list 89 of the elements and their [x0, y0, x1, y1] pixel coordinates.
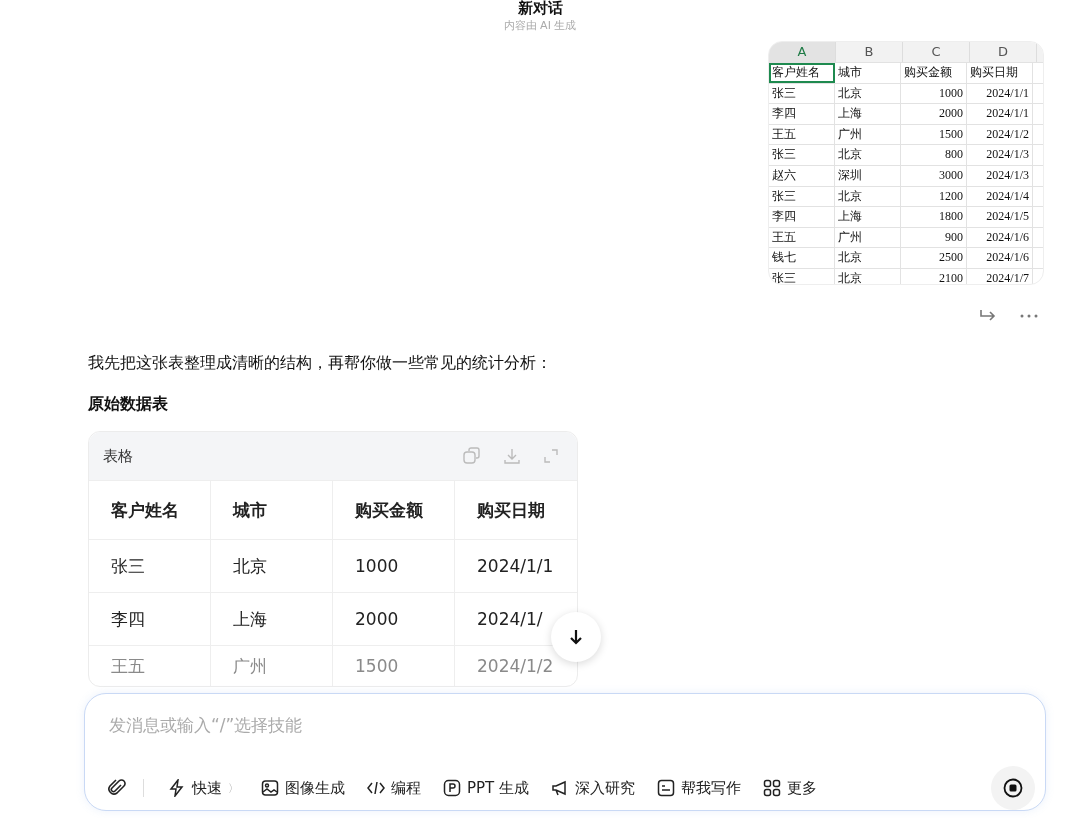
sheet-cell: 2024/1/7 — [967, 268, 1033, 284]
sheet-cell: 2500 — [901, 248, 967, 268]
sheet-cell: 购买金额 — [901, 63, 967, 83]
sheet-cell: 广州 — [835, 124, 901, 145]
table-title: 表格 — [103, 446, 133, 466]
skill-button[interactable]: 更多 — [755, 778, 826, 798]
sheet-cell: 购买日期 — [967, 63, 1033, 83]
ai-disclaimer: 内容由 AI 生成 — [503, 18, 577, 33]
sheet-cell: 1800 — [901, 207, 967, 227]
sheet-cell: 张三 — [769, 268, 835, 284]
sheet-cell: 广州 — [835, 227, 901, 248]
table-cell: 2024/1/1 — [477, 556, 554, 576]
column-letter: C — [903, 42, 970, 62]
sheet-cell: 李四 — [769, 104, 835, 124]
sheet-cell: 上海 — [835, 207, 901, 227]
sheet-cell: 2024/1/3 — [967, 145, 1033, 165]
sheet-cell: 北京 — [835, 248, 901, 268]
sheet-cell: 深圳 — [835, 165, 901, 186]
sheet-cell: 张三 — [769, 145, 835, 165]
sheet-cell: 张三 — [769, 83, 835, 104]
spreadsheet-screenshot[interactable] — [768, 41, 1044, 285]
table-cell: 北京 — [233, 554, 267, 578]
grid-icon — [763, 779, 782, 797]
more-icon[interactable] — [1020, 314, 1038, 318]
sheet-cell: 北京 — [835, 83, 901, 104]
sheet-cell: 2100 — [901, 268, 967, 284]
document-icon — [657, 779, 676, 797]
sheet-cell: 2024/1/1 — [967, 104, 1033, 124]
lightning-icon — [168, 779, 186, 797]
stop-button[interactable] — [991, 766, 1035, 810]
sheet-cell: 3000 — [901, 165, 967, 186]
skill-button[interactable]: 图像生成 — [253, 778, 353, 798]
sheet-cell: 李四 — [769, 207, 835, 227]
column-letter: A — [769, 42, 836, 62]
table-cell: 张三 — [111, 554, 145, 578]
arrow-down-icon — [568, 628, 584, 646]
sheet-cell: 赵六 — [769, 165, 835, 186]
scroll-down-button[interactable] — [551, 612, 601, 662]
image-icon — [261, 779, 279, 797]
sheet-cell: 张三 — [769, 186, 835, 207]
sheet-cell: 2000 — [901, 104, 967, 124]
paperclip-icon[interactable] — [107, 778, 127, 798]
table-cell: 王五 — [111, 654, 145, 678]
sheet-cell: 客户姓名 — [769, 63, 835, 83]
sheet-cell: 北京 — [835, 186, 901, 207]
sheet-cell: 钱七 — [769, 248, 835, 268]
stop-icon — [1003, 778, 1023, 798]
skill-button[interactable]: 快速 〉 — [160, 778, 247, 798]
table-cell: 1000 — [355, 556, 399, 576]
reply-text: 我先把这张表整理成清晰的结构，再帮你做一些常见的统计分析： — [88, 353, 553, 374]
sheet-cell: 2024/1/3 — [967, 165, 1033, 186]
sheet-cell: 2024/1/6 — [967, 227, 1033, 248]
column-header: 购买金额 — [333, 481, 455, 539]
table-cell: 广州 — [233, 654, 267, 678]
sheet-cell: 900 — [901, 227, 967, 248]
sheet-cell: 城市 — [835, 63, 901, 83]
sheet-cell: 1200 — [901, 186, 967, 207]
skill-button[interactable]: 帮我写作 — [649, 778, 750, 798]
code-icon — [367, 779, 385, 797]
skill-button[interactable]: PPT 生成 — [435, 778, 538, 798]
table-cell: 2000 — [355, 609, 399, 629]
sheet-cell: 1000 — [901, 83, 967, 104]
table-cell: 2024/1/ — [477, 609, 543, 629]
chat-title: 新对话 — [517, 0, 563, 16]
sheet-cell: 王五 — [769, 124, 835, 145]
skill-button[interactable]: 编程 — [359, 778, 429, 798]
table-cell: 1500 — [355, 656, 399, 676]
sheet-cell: 800 — [901, 145, 967, 165]
letter-p-icon — [443, 779, 461, 797]
sheet-cell: 2024/1/6 — [967, 248, 1033, 268]
sheet-cell: 北京 — [835, 145, 901, 165]
column-letter: D — [970, 42, 1037, 62]
sheet-cell: 北京 — [835, 268, 901, 284]
column-header: 购买日期 — [476, 498, 546, 522]
table-cell: 2024/1/2 — [477, 656, 554, 676]
sheet-cell: 2024/1/4 — [967, 186, 1033, 207]
skill-button[interactable]: 深入研究 — [543, 778, 644, 798]
sheet-cell: 1500 — [901, 124, 967, 145]
sheet-cell: 2024/1/5 — [967, 207, 1033, 227]
sheet-cell: 2024/1/1 — [967, 83, 1033, 104]
table-cell: 李四 — [111, 607, 145, 631]
sheet-cell: 上海 — [835, 104, 901, 124]
column-header: 客户姓名 — [89, 481, 211, 539]
table-cell: 上海 — [233, 607, 267, 631]
section-heading: 原始数据表 — [88, 394, 169, 415]
column-header: 城市 — [211, 481, 333, 539]
column-letter: B — [836, 42, 903, 62]
sheet-cell: 王五 — [769, 227, 835, 248]
sheet-cell: 2024/1/2 — [967, 124, 1033, 145]
